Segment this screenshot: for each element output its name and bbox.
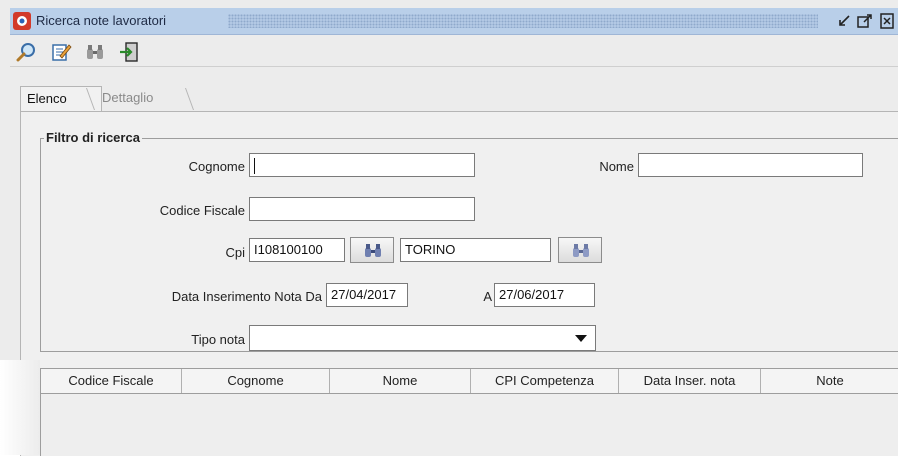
chevron-down-icon[interactable] <box>575 335 587 342</box>
column-header-cpi-competenza[interactable]: CPI Competenza <box>471 369 619 393</box>
column-header-note[interactable]: Note <box>761 369 898 393</box>
column-header-nome[interactable]: Nome <box>330 369 471 393</box>
table-header: Codice Fiscale Cognome Nome CPI Competen… <box>41 369 898 394</box>
cognome-input[interactable] <box>249 153 475 177</box>
binoculars-icon[interactable] <box>84 41 106 63</box>
close-icon[interactable] <box>878 12 896 30</box>
cpi-name-input[interactable]: TORINO <box>400 238 551 262</box>
tipo-nota-select[interactable] <box>249 325 596 351</box>
cpi-code-lookup-button[interactable] <box>350 237 394 263</box>
data-a-input[interactable]: 27/06/2017 <box>494 283 595 307</box>
application-window: Ricerca note lavoratori Elenco Dettaglio <box>0 0 898 456</box>
tab-dettaglio[interactable]: Dettaglio <box>96 86 194 110</box>
restore-icon[interactable] <box>836 12 854 30</box>
binoculars-icon <box>573 244 589 257</box>
window-titlebar[interactable]: Ricerca note lavoratori <box>10 8 898 35</box>
tipo-nota-label: Tipo nota <box>191 332 245 347</box>
data-da-label: Data Inserimento Nota Da <box>171 289 322 304</box>
edit-icon[interactable] <box>50 41 72 63</box>
toolbar <box>10 36 898 67</box>
cpi-name-lookup-button[interactable] <box>558 237 602 263</box>
app-icon <box>12 11 32 31</box>
cpi-label: Cpi <box>225 245 245 260</box>
text-caret <box>254 157 255 174</box>
column-header-cognome[interactable]: Cognome <box>182 369 330 393</box>
results-table: Codice Fiscale Cognome Nome CPI Competen… <box>40 368 898 456</box>
exit-icon[interactable] <box>118 41 140 63</box>
maximize-icon[interactable] <box>856 12 874 30</box>
column-header-data-inser-nota[interactable]: Data Inser. nota <box>619 369 761 393</box>
column-header-codice-fiscale[interactable]: Codice Fiscale <box>41 369 182 393</box>
filter-legend: Filtro di ricerca <box>44 130 142 145</box>
data-a-label: A <box>483 289 492 304</box>
search-icon[interactable] <box>16 41 38 63</box>
titlebar-pattern <box>228 14 818 28</box>
codice-fiscale-label: Codice Fiscale <box>159 203 245 218</box>
cognome-label: Cognome <box>188 159 245 174</box>
binoculars-icon <box>365 244 381 257</box>
codice-fiscale-input[interactable] <box>249 197 475 221</box>
nome-input[interactable] <box>638 153 863 177</box>
nome-label: Nome <box>599 159 634 174</box>
data-da-input[interactable]: 27/04/2017 <box>326 283 408 307</box>
window-title: Ricerca note lavoratori <box>36 13 167 28</box>
window-shadow <box>0 360 40 455</box>
cpi-code-input[interactable]: I108100100 <box>249 238 345 262</box>
